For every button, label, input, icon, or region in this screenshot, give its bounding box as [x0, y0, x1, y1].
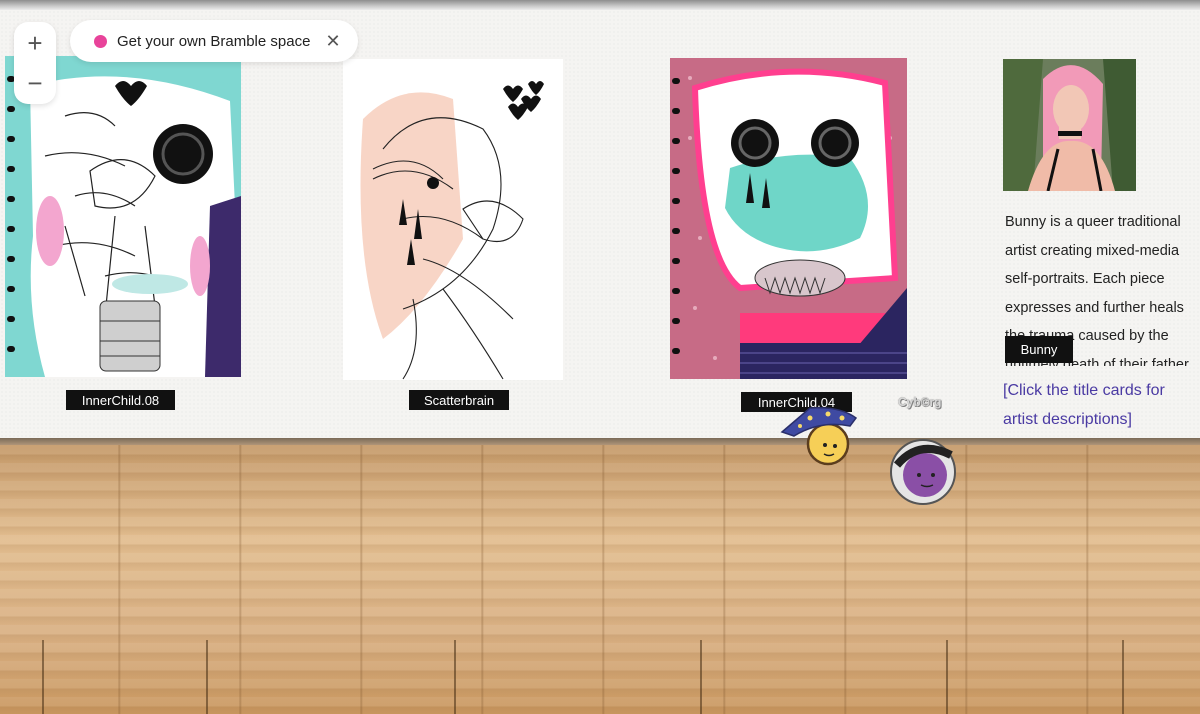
floor-seam: [946, 640, 948, 714]
artwork-innerchild-08[interactable]: [5, 56, 241, 377]
zoom-in-button[interactable]: +: [14, 24, 56, 62]
artwork-scatterbrain-image: [343, 59, 563, 380]
artwork-innerchild-04-image: [670, 58, 907, 379]
wizard-hat-avatar-icon[interactable]: [780, 404, 860, 466]
floor-seam: [206, 640, 208, 714]
title-card-scatterbrain[interactable]: Scatterbrain: [409, 390, 509, 410]
zoom-controls: + −: [14, 22, 56, 104]
floor-seam: [1122, 640, 1124, 714]
ceiling-strip: [0, 0, 1200, 10]
artwork-innerchild-04[interactable]: [670, 58, 907, 379]
title-card-innerchild-08[interactable]: InnerChild.08: [66, 390, 175, 410]
artwork-innerchild-08-image: [5, 56, 241, 377]
user-name-label: Cyb©rg: [898, 395, 942, 409]
wood-floor: [0, 445, 1200, 714]
title-card-artist-bunny[interactable]: Bunny: [1005, 336, 1073, 363]
floor-seam: [42, 640, 44, 714]
bramble-promo-banner[interactable]: Get your own Bramble space ✕: [70, 20, 358, 62]
promo-label[interactable]: Get your own Bramble space: [117, 33, 318, 50]
zoom-out-button[interactable]: −: [14, 64, 56, 102]
floor-seam: [454, 640, 456, 714]
status-dot: [94, 34, 107, 48]
floor-seam: [700, 640, 702, 714]
artwork-scatterbrain[interactable]: [343, 59, 563, 380]
astronaut-avatar-icon[interactable]: [889, 437, 959, 507]
close-icon[interactable]: ✕: [318, 26, 348, 56]
artist-photo: [1003, 59, 1136, 191]
artist-descriptions-hint: [Click the title cards for artist descri…: [1003, 382, 1165, 428]
